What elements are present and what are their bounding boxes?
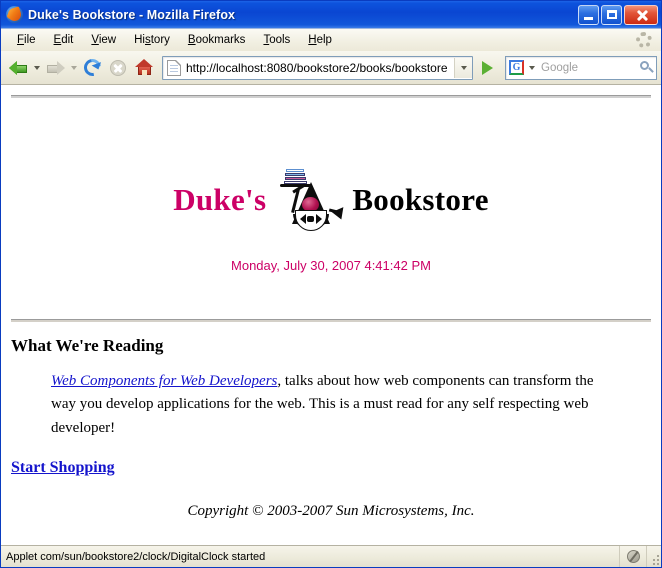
home-button[interactable]: [131, 55, 157, 81]
menu-view[interactable]: View: [82, 32, 125, 48]
date-time-applet: Monday, July 30, 2007 4:41:42 PM: [231, 258, 431, 273]
status-bar: Applet com/sun/bookstore2/clock/DigitalC…: [1, 545, 661, 567]
activity-indicator-icon: [636, 32, 652, 48]
feature-paragraph: Web Components for Web Developers, talks…: [51, 370, 616, 440]
reload-icon: [80, 55, 104, 80]
stop-icon: [110, 59, 126, 76]
window-title: Duke's Bookstore - Mozilla Firefox: [28, 7, 236, 22]
content-viewport: Duke's Bookstore Monday, July 30, 2007 4…: [1, 85, 661, 545]
forward-arrow-icon: [46, 59, 65, 76]
menu-help[interactable]: Help: [299, 32, 341, 48]
feature-book-link[interactable]: Web Components for Web Developers: [51, 373, 277, 389]
resize-grip[interactable]: [647, 546, 661, 567]
search-engine-dropdown[interactable]: [526, 55, 537, 81]
browser-chrome: File Edit View History Bookmarks Tools H…: [1, 28, 661, 85]
magnifier-icon[interactable]: [637, 58, 656, 78]
chevron-down-icon: [70, 65, 77, 70]
maximize-button[interactable]: [601, 4, 622, 25]
back-button[interactable]: [5, 55, 31, 81]
page-heading: What We're Reading: [11, 336, 164, 355]
go-icon: [482, 60, 493, 75]
chevron-down-icon: [33, 65, 40, 70]
search-input[interactable]: Google: [537, 62, 637, 74]
address-bar[interactable]: http://localhost:8080/bookstore2/books/b…: [162, 55, 473, 80]
chevron-down-icon: [528, 65, 535, 70]
navigation-toolbar: http://localhost:8080/bookstore2/books/b…: [1, 51, 661, 85]
page-icon: [167, 59, 181, 76]
minimize-button[interactable]: [578, 4, 599, 25]
proxy-status[interactable]: [620, 546, 647, 567]
menu-file[interactable]: File: [8, 32, 45, 48]
status-message: Applet com/sun/bookstore2/clock/DigitalC…: [1, 546, 620, 567]
menu-bar: File Edit View History Bookmarks Tools H…: [1, 29, 661, 51]
search-bar[interactable]: G Google: [505, 55, 657, 81]
duke-mascot-icon: [272, 166, 349, 234]
close-button[interactable]: [624, 4, 658, 25]
back-history-dropdown[interactable]: [31, 55, 42, 81]
section-divider: [11, 319, 651, 322]
brand-bookstore: Bookstore: [352, 182, 489, 217]
address-bar-dropdown[interactable]: [454, 57, 472, 78]
browser-window: Duke's Bookstore - Mozilla Firefox File …: [0, 0, 662, 568]
title-bar: Duke's Bookstore - Mozilla Firefox: [1, 1, 661, 28]
menu-history[interactable]: History: [125, 32, 179, 48]
back-arrow-icon: [8, 59, 28, 76]
go-button[interactable]: [476, 56, 499, 79]
start-shopping-link[interactable]: Start Shopping: [11, 459, 115, 477]
site-banner: Duke's Bookstore: [11, 166, 651, 234]
google-logo-icon: G: [509, 60, 524, 75]
reload-button[interactable]: [79, 55, 105, 81]
menu-bookmarks[interactable]: Bookmarks: [179, 32, 255, 48]
menu-edit[interactable]: Edit: [45, 32, 83, 48]
home-icon: [134, 59, 154, 76]
copyright-notice: Copyright © 2003-2007 Sun Microsystems, …: [187, 502, 475, 519]
address-bar-value: http://localhost:8080/bookstore2/books/b…: [186, 60, 448, 75]
window-controls: [578, 4, 658, 25]
bookstore-page: Duke's Bookstore Monday, July 30, 2007 4…: [1, 95, 661, 545]
forward-button[interactable]: [42, 55, 68, 81]
brand-dukes: Duke's: [173, 182, 267, 217]
forward-history-dropdown[interactable]: [68, 55, 79, 81]
chevron-down-icon: [460, 65, 467, 70]
no-proxy-icon: [626, 550, 640, 563]
firefox-icon: [6, 6, 23, 23]
top-divider: [11, 95, 651, 98]
menu-tools[interactable]: Tools: [254, 32, 299, 48]
stop-button[interactable]: [105, 55, 131, 81]
